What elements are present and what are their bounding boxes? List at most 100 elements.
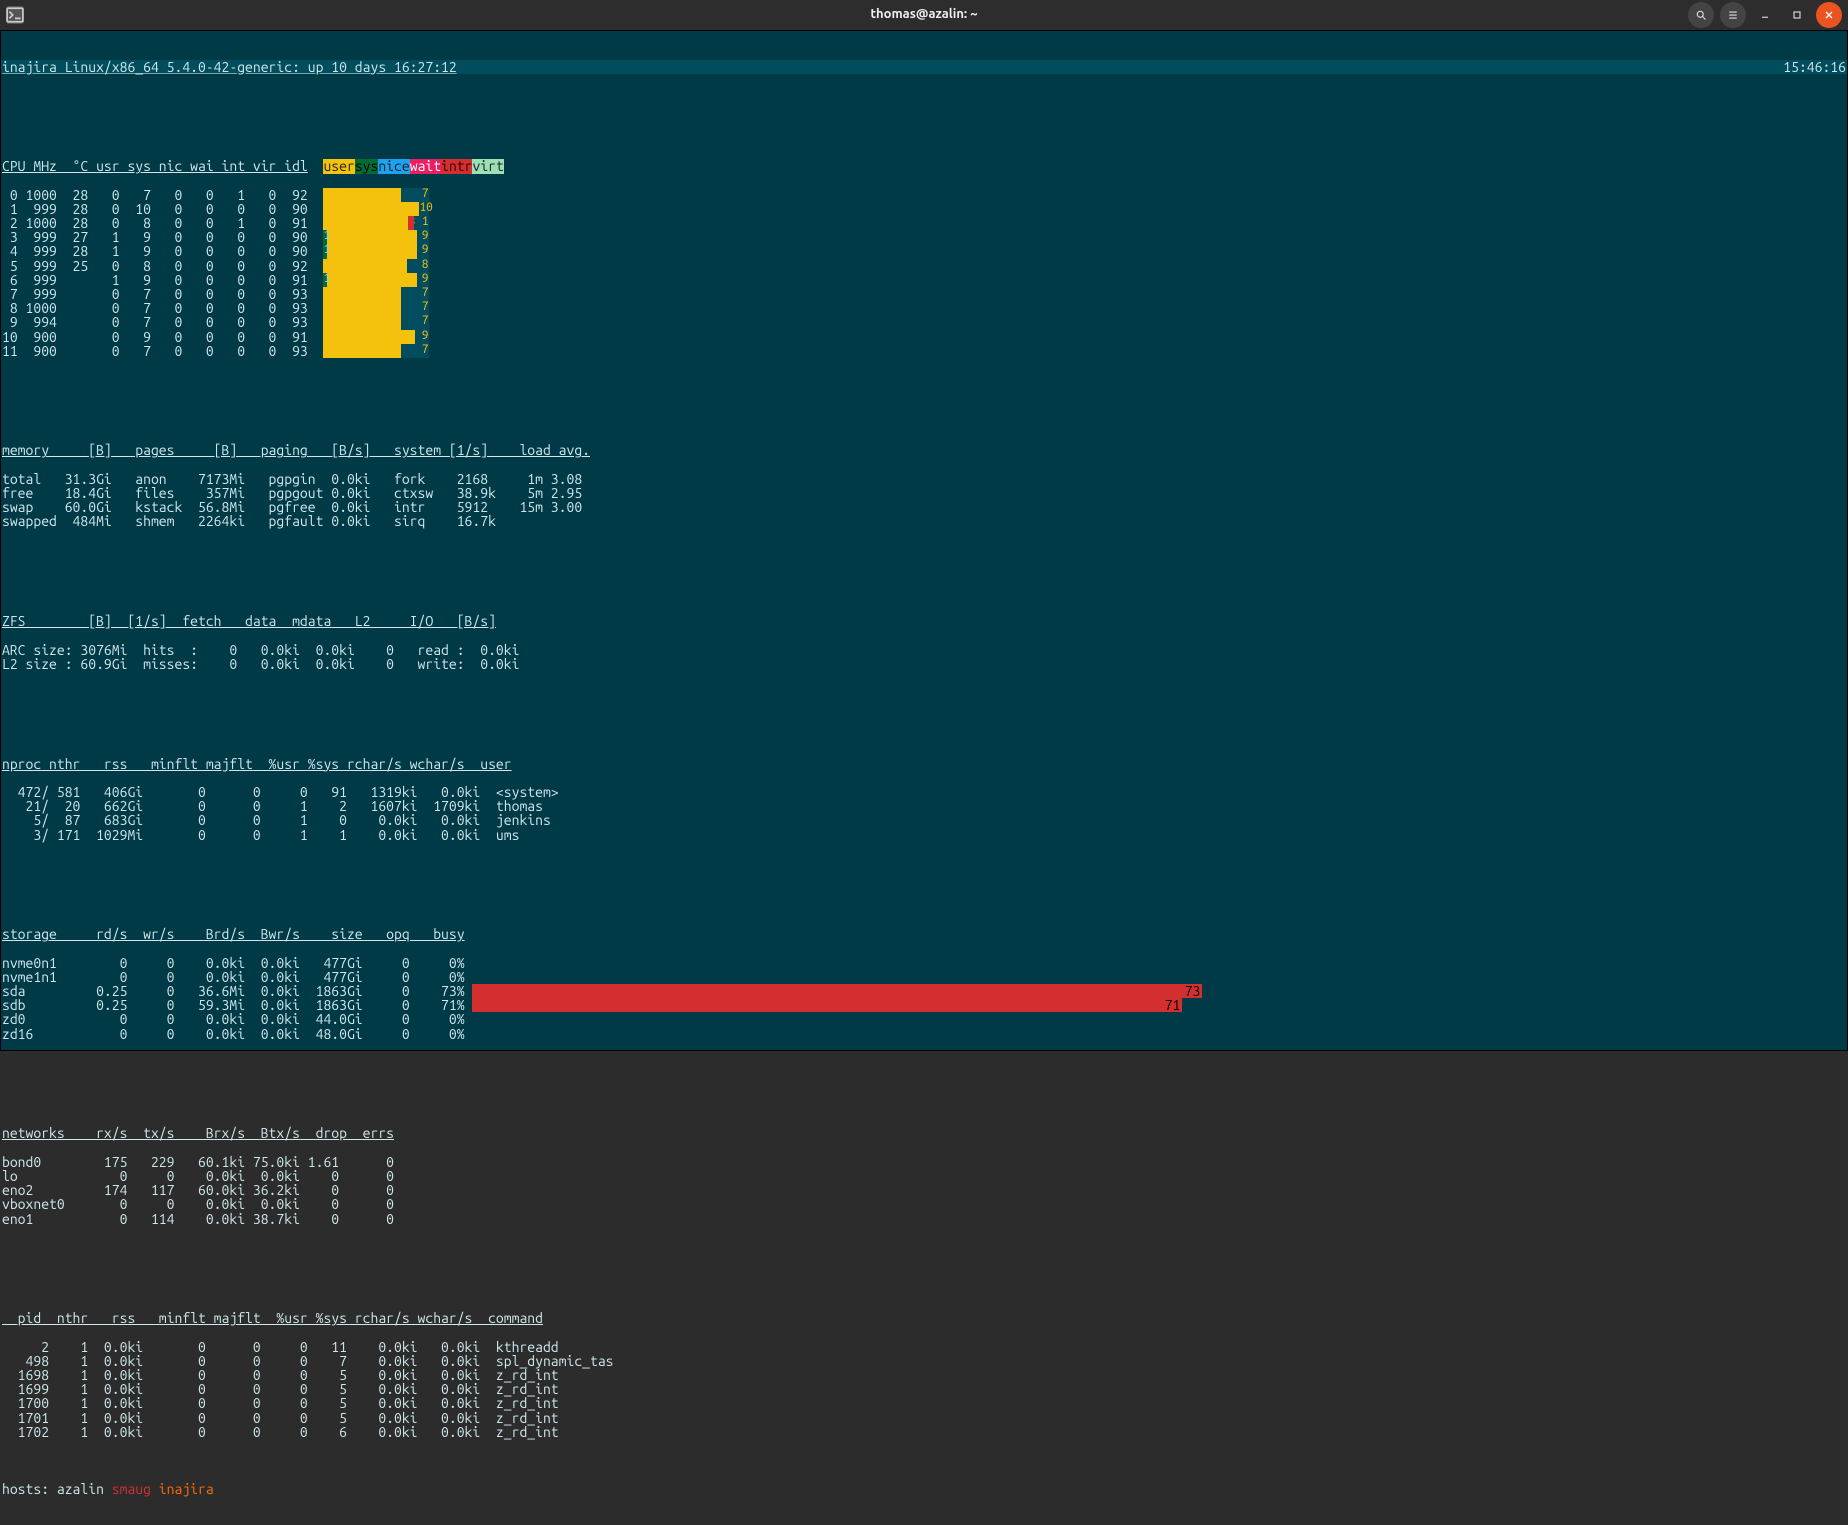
procs-header: pid nthr rss minflt majflt %usr %sys rch… <box>1 1311 1847 1325</box>
search-button[interactable] <box>1688 2 1714 28</box>
cpu-bar: 8 <box>323 259 429 273</box>
network-row: vboxnet0 0 0 0.0ki 0.0ki 0 0 <box>1 1197 1847 1211</box>
cpu-row: 4 999 28 1 9 0 0 0 0 90 19 <box>1 244 1847 258</box>
memory-row: free 18.4Gi files 357Mi pgpgout 0.0ki ct… <box>1 486 1847 500</box>
maximize-icon <box>1791 9 1803 21</box>
cpu-row: 0 1000 28 0 7 0 0 1 0 92 7 <box>1 188 1847 202</box>
spacer <box>1 1254 1847 1268</box>
cpu-bar: 7 <box>323 315 429 329</box>
maximize-button[interactable] <box>1784 2 1810 28</box>
minimize-button[interactable] <box>1752 2 1778 28</box>
cpu-columns: CPU MHz °C usr sys nic wai int vir idl <box>2 158 308 174</box>
proc-rows: 2 1 0.0ki 0 0 0 11 0.0ki 0.0ki kthreadd … <box>1 1340 1847 1439</box>
network-rows: bond0 175 229 60.1ki 75.0ki 1.61 0lo 0 0… <box>1 1155 1847 1226</box>
memory-rows: total 31.3Gi anon 7173Mi pgpgin 0.0ki fo… <box>1 472 1847 529</box>
storage-header: storage rd/s wr/s Brd/s Bwr/s size opq b… <box>1 927 1847 941</box>
legend-intr: intr <box>441 159 472 173</box>
search-icon <box>1695 9 1707 21</box>
spacer <box>1 386 1847 400</box>
close-button[interactable] <box>1816 2 1842 28</box>
storage-row: sdb 0.25 0 59.3Mi 0.0ki 1863Gi 0 71% 71 <box>1 998 1847 1012</box>
memory-row: total 31.3Gi anon 7173Mi pgpgin 0.0ki fo… <box>1 472 1847 486</box>
spacer <box>1 102 1847 116</box>
proc-row: 1699 1 0.0ki 0 0 0 5 0.0ki 0.0ki z_rd_in… <box>1 1382 1847 1396</box>
proc-row: 2 1 0.0ki 0 0 0 11 0.0ki 0.0ki kthreadd <box>1 1340 1847 1354</box>
host-inajira[interactable]: inajira <box>151 1481 214 1497</box>
window-title: thomas@azalin: ~ <box>870 8 977 21</box>
legend-user: user <box>323 159 354 173</box>
storage-row: zd16 0 0 0.0ki 0.0ki 48.0Gi 0 0% <box>1 1027 1847 1041</box>
networks-header: networks rx/s tx/s Brx/s Btx/s drop errs <box>1 1126 1847 1140</box>
storage-rows: nvme0n1 0 0 0.0ki 0.0ki 477Gi 0 0% nvme1… <box>1 956 1847 1041</box>
proc-row: 1701 1 0.0ki 0 0 0 5 0.0ki 0.0ki z_rd_in… <box>1 1411 1847 1425</box>
legend-virt: virt <box>472 159 503 173</box>
nproc-header: nproc nthr rss minflt majflt %usr %sys r… <box>1 757 1847 771</box>
cpu-row: 3 999 27 1 9 0 0 0 0 90 19 <box>1 230 1847 244</box>
cpu-bar: 7 <box>323 188 429 202</box>
cpu-bar: 9 <box>323 330 429 344</box>
zfs-row: ARC size: 3076Mi hits : 0 0.0ki 0.0ki 0 … <box>1 643 1847 657</box>
zfs-rows: ARC size: 3076Mi hits : 0 0.0ki 0.0ki 0 … <box>1 643 1847 671</box>
spacer <box>1 700 1847 714</box>
nproc-row: 5/ 87 683Gi 0 0 1 0 0.0ki 0.0ki jenkins <box>1 813 1847 827</box>
minimize-icon <box>1759 9 1771 21</box>
cpu-bar: 7 <box>323 344 429 358</box>
cpu-rows: 0 1000 28 0 7 0 0 1 0 92 7 1 999 28 0 10… <box>1 188 1847 358</box>
header-line: inajira Linux/x86_64 5.4.0-42-generic: u… <box>1 60 1847 74</box>
hamburger-icon <box>1727 9 1739 21</box>
legend-sys: sys <box>355 159 379 173</box>
nproc-rows: 472/ 581 406Gi 0 0 0 91 1319ki 0.0ki <sy… <box>1 785 1847 842</box>
nproc-row: 3/ 171 1029Mi 0 0 1 1 0.0ki 0.0ki ums <box>1 828 1847 842</box>
cpu-header-row: CPU MHz °C usr sys nic wai int vir idl u… <box>1 159 1847 173</box>
storage-row: nvme1n1 0 0 0.0ki 0.0ki 477Gi 0 0% <box>1 970 1847 984</box>
storage-row: sda 0.25 0 36.6Mi 0.0ki 1863Gi 0 73% 73 <box>1 984 1847 998</box>
proc-row: 1700 1 0.0ki 0 0 0 5 0.0ki 0.0ki z_rd_in… <box>1 1396 1847 1410</box>
legend-wait: wait <box>410 159 441 173</box>
close-icon <box>1823 9 1835 21</box>
cpu-row: 2 1000 28 0 8 0 0 1 0 91 8 1 <box>1 216 1847 230</box>
cpu-bar: 7 <box>323 287 429 301</box>
cpu-row: 7 999 0 7 0 0 0 0 93 7 <box>1 287 1847 301</box>
storage-row: zd0 0 0 0.0ki 0.0ki 44.0Gi 0 0% <box>1 1012 1847 1026</box>
network-row: eno1 0 114 0.0ki 38.7ki 0 0 <box>1 1212 1847 1226</box>
memory-row: swapped 484Mi shmem 2264ki pgfault 0.0ki… <box>1 514 1847 528</box>
window-titlebar: thomas@azalin: ~ <box>0 0 1848 30</box>
spacer <box>1 870 1847 884</box>
proc-row: 1698 1 0.0ki 0 0 0 5 0.0ki 0.0ki z_rd_in… <box>1 1368 1847 1382</box>
proc-row: 498 1 0.0ki 0 0 0 7 0.0ki 0.0ki spl_dyna… <box>1 1354 1847 1368</box>
terminal-viewport[interactable]: inajira Linux/x86_64 5.4.0-42-generic: u… <box>0 30 1848 1051</box>
cpu-row: 8 1000 0 7 0 0 0 0 93 7 <box>1 301 1847 315</box>
host-info: inajira Linux/x86_64 5.4.0-42-generic: u… <box>2 59 457 75</box>
proc-row: 1702 1 0.0ki 0 0 0 6 0.0ki 0.0ki z_rd_in… <box>1 1425 1847 1439</box>
cpu-bar: 19 <box>323 273 429 287</box>
nproc-row: 21/ 20 662Gi 0 0 1 2 1607ki 1709ki thoma… <box>1 799 1847 813</box>
clock: 15:46:16 <box>1783 60 1846 74</box>
menu-button[interactable] <box>1720 2 1746 28</box>
memory-row: swap 60.0Gi kstack 56.8Mi pgfree 0.0ki i… <box>1 500 1847 514</box>
cpu-bar: 8 1 <box>323 216 429 230</box>
storage-row: nvme0n1 0 0 0.0ki 0.0ki 477Gi 0 0% <box>1 956 1847 970</box>
host-smaug[interactable]: smaug <box>112 1481 151 1497</box>
nproc-row: 472/ 581 406Gi 0 0 0 91 1319ki 0.0ki <sy… <box>1 785 1847 799</box>
cpu-row: 6 999 1 9 0 0 0 0 91 19 <box>1 273 1847 287</box>
cpu-row: 9 994 0 7 0 0 0 0 93 7 <box>1 315 1847 329</box>
cpu-bar: 19 <box>323 230 429 244</box>
cpu-row: 10 900 0 9 0 0 0 0 91 9 <box>1 330 1847 344</box>
network-row: eno2 174 117 60.0ki 36.2ki 0 0 <box>1 1183 1847 1197</box>
cpu-bar: 19 <box>323 244 429 258</box>
cpu-row: 1 999 28 0 10 0 0 0 0 90 10 <box>1 202 1847 216</box>
legend-nice: nice <box>378 159 409 173</box>
network-row: bond0 175 229 60.1ki 75.0ki 1.61 0 <box>1 1155 1847 1169</box>
storage-busy-bar: 71 <box>472 998 1182 1012</box>
zfs-row: L2 size : 60.9Gi misses: 0 0.0ki 0.0ki 0… <box>1 657 1847 671</box>
cpu-bar: 7 <box>323 301 429 315</box>
cpu-row: 11 900 0 7 0 0 0 0 93 7 <box>1 344 1847 358</box>
memory-header: memory [B] pages [B] paging [B/s] system… <box>1 443 1847 457</box>
hosts-prefix: hosts: azalin <box>2 1481 112 1497</box>
network-row: lo 0 0 0.0ki 0.0ki 0 0 <box>1 1169 1847 1183</box>
cpu-bar: 10 <box>323 202 429 216</box>
app-terminal-icon <box>6 6 24 24</box>
cpu-row: 5 999 25 0 8 0 0 0 0 92 8 <box>1 259 1847 273</box>
spacer <box>1 557 1847 571</box>
zfs-header: ZFS [B] [1/s] fetch data mdata L2 I/O [B… <box>1 614 1847 628</box>
